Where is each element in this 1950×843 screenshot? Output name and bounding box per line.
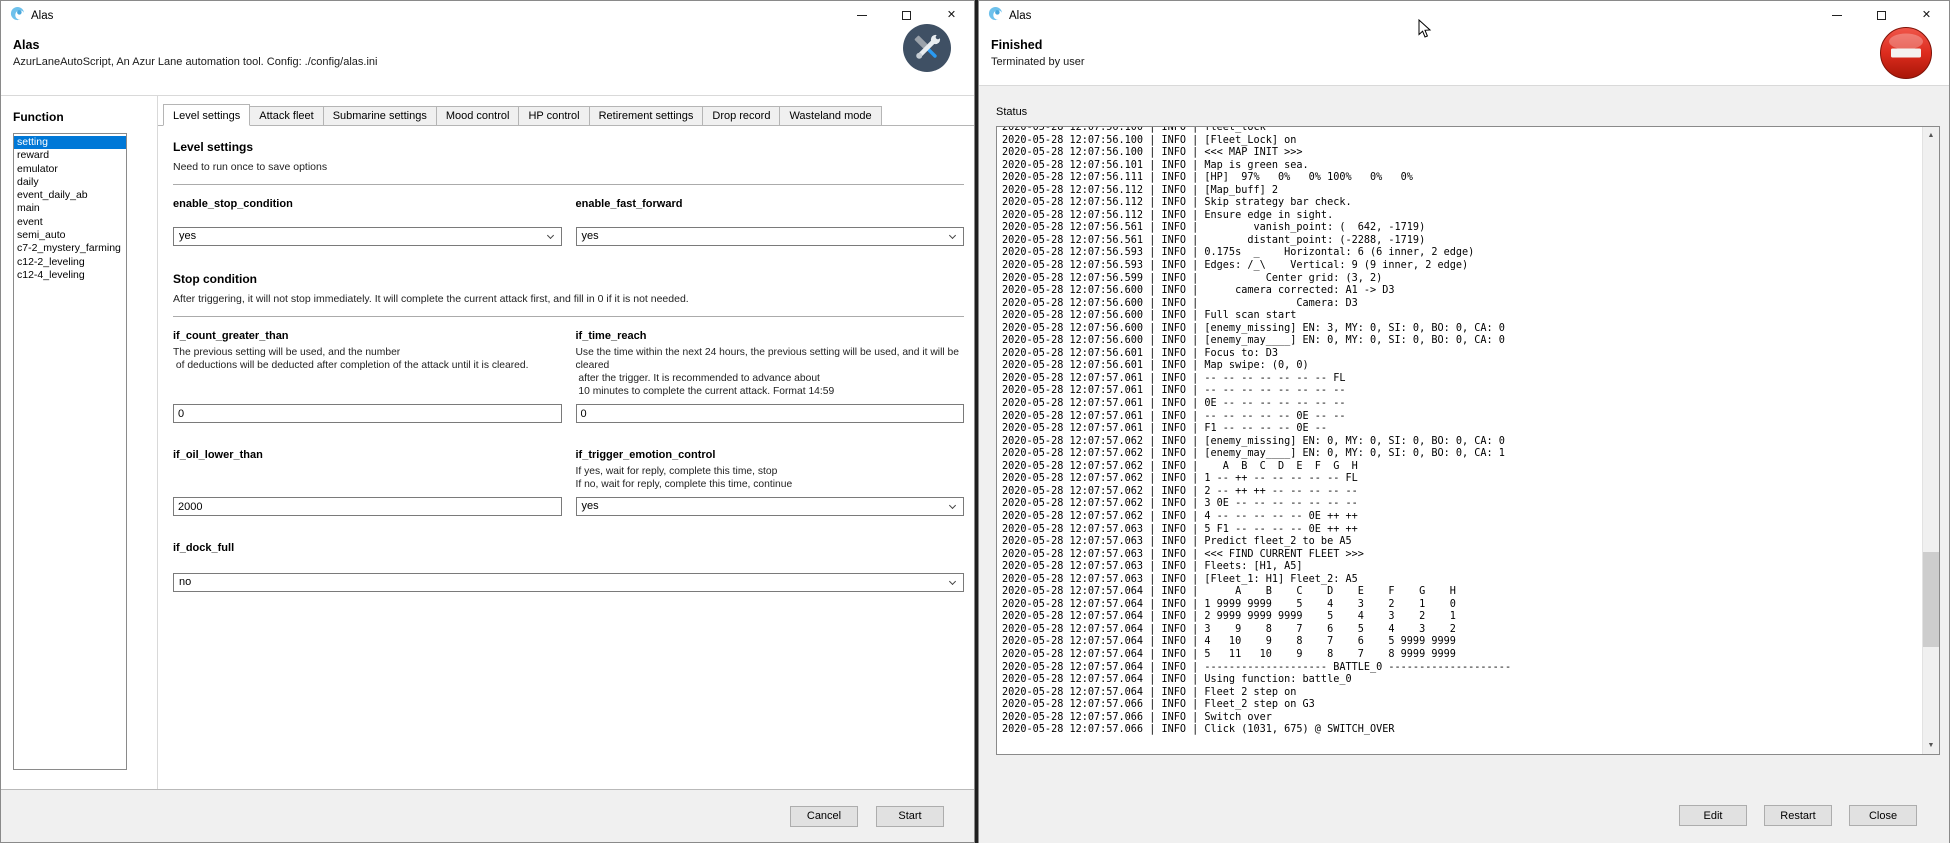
function-listbox: setting reward emulator daily event_dail…	[13, 133, 127, 770]
field-desc-if-count-greater-than: The previous setting will be used, and t…	[173, 346, 562, 372]
app-logo-icon	[988, 6, 1003, 26]
log-scrollbar[interactable]: ▲ ▼	[1922, 127, 1939, 754]
titlebar[interactable]: Alas ✕	[979, 1, 1949, 30]
section-title-level-settings: Level settings	[173, 140, 964, 154]
select-value: yes	[582, 500, 599, 512]
page-title: Alas	[13, 38, 974, 52]
divider	[173, 316, 964, 317]
field-desc-if-trigger-emotion-control: If yes, wait for reply, complete this ti…	[576, 465, 965, 491]
sidebar-item-c12-2-leveling[interactable]: c12-2_leveling	[14, 256, 126, 269]
run-state-title: Finished	[991, 38, 1949, 52]
close-icon: ✕	[947, 10, 956, 21]
page-subtitle: AzurLaneAutoScript, An Azur Lane automat…	[13, 56, 974, 68]
sidebar-item-emulator[interactable]: emulator	[14, 163, 126, 176]
log-footer: Edit Restart Close	[979, 789, 1949, 842]
minimize-button[interactable]	[839, 1, 884, 30]
status-label: Status	[979, 86, 1949, 126]
edit-button[interactable]: Edit	[1679, 805, 1747, 826]
config-footer: Cancel Start	[1, 789, 974, 842]
sidebar-item-daily[interactable]: daily	[14, 176, 126, 189]
close-window-button[interactable]: Close	[1849, 805, 1917, 826]
chevron-down-icon	[949, 502, 956, 509]
window-title: Alas	[1009, 10, 1031, 22]
field-label-if-trigger-emotion-control: if_trigger_emotion_control	[576, 449, 965, 461]
chevron-down-icon	[949, 232, 956, 239]
if-time-reach-input[interactable]	[576, 404, 965, 423]
field-label-if-time-reach: if_time_reach	[576, 330, 965, 342]
field-label-enable-stop-condition: enable_stop_condition	[173, 198, 562, 210]
if-count-greater-than-input[interactable]	[173, 404, 562, 423]
divider	[173, 184, 964, 185]
field-label-if-count-greater-than: if_count_greater_than	[173, 330, 562, 342]
enable-fast-forward-select[interactable]: yes	[576, 227, 965, 246]
scroll-up-icon[interactable]: ▲	[1923, 127, 1939, 144]
if-dock-full-select[interactable]: no	[173, 573, 964, 592]
level-settings-form: Level settings Need to run once to save …	[158, 126, 974, 791]
sidebar-item-reward[interactable]: reward	[14, 149, 126, 162]
tab-mood-control[interactable]: Mood control	[436, 106, 520, 126]
log-text: 2020-05-28 12:07:56.100 | INFO | fleet_l…	[997, 126, 1939, 737]
section-desc-stop-condition: After triggering, it will not stop immed…	[173, 293, 964, 305]
run-status-header: Finished Terminated by user	[979, 30, 1949, 86]
select-value: yes	[179, 230, 196, 242]
restart-button[interactable]: Restart	[1764, 805, 1832, 826]
maximize-icon	[1877, 11, 1886, 20]
enable-stop-condition-select[interactable]: yes	[173, 227, 562, 246]
sidebar-item-event-daily-ab[interactable]: event_daily_ab	[14, 189, 126, 202]
field-desc-if-time-reach: Use the time within the next 24 hours, t…	[576, 346, 965, 398]
section-title-stop-condition: Stop condition	[173, 272, 964, 286]
mouse-cursor	[1418, 19, 1432, 44]
select-value: no	[179, 576, 191, 588]
chevron-down-icon	[949, 578, 956, 585]
sidebar-item-event[interactable]: event	[14, 216, 126, 229]
close-icon: ✕	[1922, 10, 1931, 21]
desktop: Alas ✕ Alas AzurLaneAutoScript, An Azur …	[0, 0, 1950, 843]
field-label-enable-fast-forward: enable_fast_forward	[576, 198, 965, 210]
start-button[interactable]: Start	[876, 806, 944, 827]
tab-level-settings[interactable]: Level settings	[163, 104, 250, 126]
sidebar-heading: Function	[13, 110, 157, 124]
chevron-down-icon	[546, 232, 553, 239]
scroll-down-icon[interactable]: ▼	[1923, 737, 1939, 754]
if-oil-lower-than-input[interactable]	[173, 497, 562, 516]
run-state-subtitle: Terminated by user	[991, 56, 1949, 68]
sidebar-item-main[interactable]: main	[14, 202, 126, 215]
if-trigger-emotion-control-select[interactable]: yes	[576, 497, 965, 516]
tab-retirement-settings[interactable]: Retirement settings	[589, 106, 704, 126]
tab-drop-record[interactable]: Drop record	[702, 106, 780, 126]
select-value: yes	[582, 230, 599, 242]
minimize-icon	[1832, 15, 1842, 16]
log-window: Alas ✕ Finished Terminated by user	[978, 0, 1950, 843]
cancel-button[interactable]: Cancel	[790, 806, 858, 827]
function-sidebar: Function setting reward emulator daily e…	[1, 96, 158, 791]
minimize-icon	[857, 15, 867, 16]
scrollbar-thumb[interactable]	[1923, 552, 1939, 647]
section-desc-level-settings: Need to run once to save options	[173, 161, 964, 173]
config-window: Alas ✕ Alas AzurLaneAutoScript, An Azur …	[0, 0, 975, 843]
tools-icon	[903, 24, 951, 77]
config-header: Alas AzurLaneAutoScript, An Azur Lane au…	[1, 30, 974, 96]
tab-submarine-settings[interactable]: Submarine settings	[323, 106, 437, 126]
tab-wasteland-mode[interactable]: Wasteland mode	[779, 106, 881, 126]
sidebar-item-setting[interactable]: setting	[14, 136, 126, 149]
sidebar-item-c7-2-mystery-farming[interactable]: c7-2_mystery_farming	[14, 242, 126, 255]
window-title: Alas	[31, 10, 53, 22]
titlebar[interactable]: Alas ✕	[1, 1, 974, 30]
app-logo-icon	[10, 6, 25, 26]
stop-sign-icon	[1879, 26, 1933, 85]
log-output-box: 2020-05-28 12:07:56.100 | INFO | fleet_l…	[996, 126, 1940, 755]
sidebar-item-semi-auto[interactable]: semi_auto	[14, 229, 126, 242]
sidebar-item-c12-4-leveling[interactable]: c12-4_leveling	[14, 269, 126, 282]
minimize-button[interactable]	[1814, 1, 1859, 30]
tab-attack-fleet[interactable]: Attack fleet	[249, 106, 323, 126]
status-area: Status 2020-05-28 12:07:56.100 | INFO | …	[979, 86, 1949, 843]
settings-tabbar: Level settings Attack fleet Submarine se…	[158, 96, 974, 126]
field-label-if-oil-lower-than: if_oil_lower_than	[173, 449, 562, 461]
maximize-icon	[902, 11, 911, 20]
tab-hp-control[interactable]: HP control	[518, 106, 589, 126]
field-label-if-dock-full: if_dock_full	[173, 542, 964, 554]
